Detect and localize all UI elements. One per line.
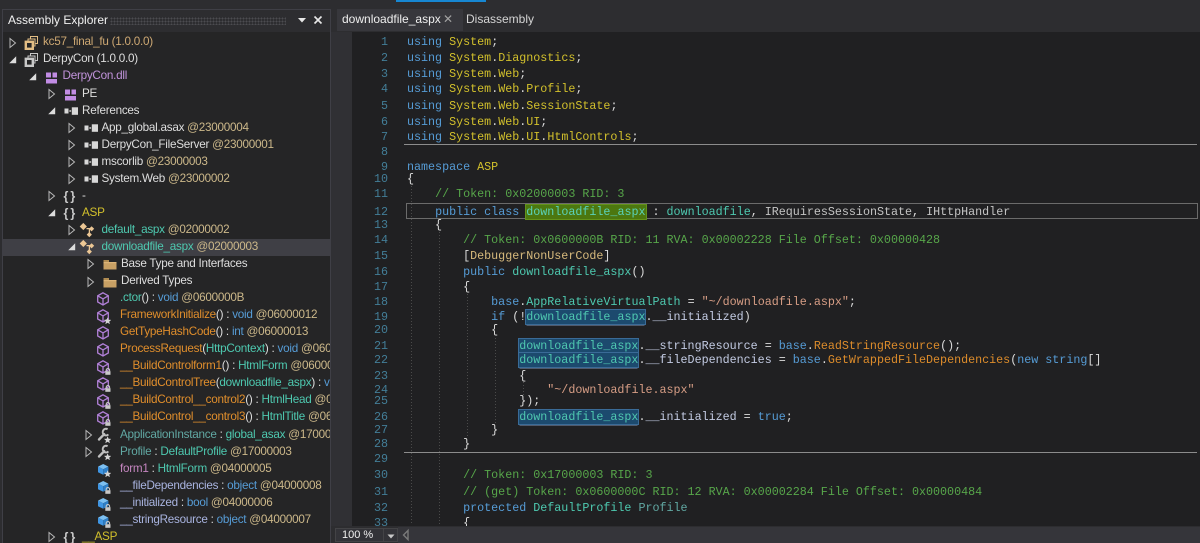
- svg-text:{}: {}: [64, 207, 78, 221]
- svg-text:{}: {}: [64, 531, 78, 543]
- svg-text:{}: {}: [64, 190, 78, 204]
